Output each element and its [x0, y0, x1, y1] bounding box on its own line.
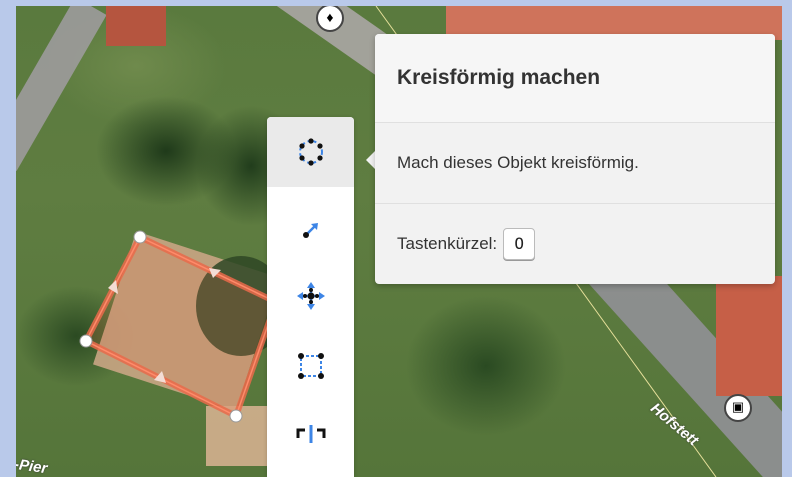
- tooltip-footer: Tastenkürzel: O: [375, 204, 775, 284]
- vertex-handle: [133, 230, 147, 244]
- tooltip-header: Kreisförmig machen: [375, 34, 775, 123]
- square-icon: [297, 353, 324, 379]
- move-button[interactable]: [267, 261, 354, 331]
- circularize-icon: [298, 138, 323, 166]
- extract-icon: [302, 223, 318, 238]
- street-label: -Pier: [16, 455, 49, 477]
- move-icon: [296, 282, 325, 310]
- tooltip-description: Mach dieses Objekt kreisförmig.: [397, 153, 639, 172]
- circularize-button[interactable]: [267, 117, 354, 187]
- tooltip-title: Kreisförmig machen: [397, 66, 601, 89]
- shortcut-key: O: [503, 228, 536, 260]
- edit-toolbar: [267, 117, 354, 477]
- tooltip-body: Mach dieses Objekt kreisförmig.: [375, 123, 775, 204]
- tool-tooltip: Kreisförmig machen Mach dieses Objekt kr…: [375, 34, 775, 284]
- extract-button[interactable]: [267, 195, 354, 265]
- reflect-icon: [296, 425, 325, 443]
- reflect-button[interactable]: [267, 399, 354, 469]
- shortcut-label: Tastenkürzel:: [397, 234, 498, 253]
- vertex-handle: [229, 409, 243, 423]
- bus-stop-icon[interactable]: ▣: [724, 394, 752, 422]
- vertex-handle: [79, 334, 93, 348]
- square-button[interactable]: [267, 331, 354, 401]
